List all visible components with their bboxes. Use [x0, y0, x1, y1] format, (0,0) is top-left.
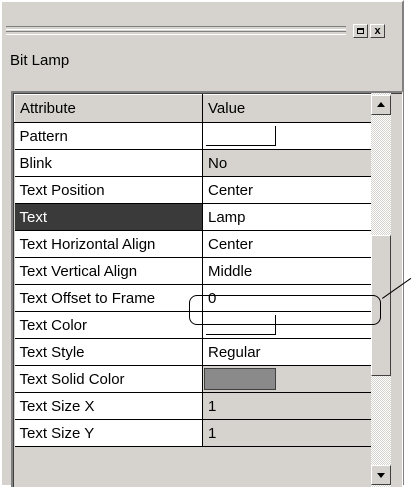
property-value[interactable]: 1	[202, 392, 382, 420]
property-table: Attribute Value Pattern Blink No Text Posit…	[14, 94, 382, 447]
restore-button[interactable]	[353, 24, 368, 38]
property-name[interactable]: Text Horizontal Align	[14, 230, 203, 258]
scroll-thumb[interactable]	[371, 235, 391, 376]
column-header-attribute[interactable]: Attribute	[14, 94, 203, 123]
property-value[interactable]: Center	[202, 230, 382, 258]
property-row[interactable]: Text Horizontal Align Center	[14, 230, 382, 258]
vertical-scrollbar[interactable]	[371, 93, 391, 487]
property-value[interactable]: 0	[202, 284, 382, 312]
property-value[interactable]: Center	[202, 176, 382, 204]
property-row[interactable]: Text Vertical Align Middle	[14, 257, 382, 285]
panel-title: Bit Lamp	[10, 52, 70, 69]
property-row[interactable]: Text Lamp	[14, 203, 382, 231]
property-value[interactable]	[202, 365, 382, 393]
color-swatch[interactable]	[206, 315, 276, 335]
scroll-up-arrow-icon	[377, 102, 385, 107]
property-row[interactable]: Text Position Center	[14, 176, 382, 204]
column-header-value[interactable]: Value	[202, 94, 382, 123]
property-row[interactable]: Text Style Regular	[14, 338, 382, 366]
property-value[interactable]: 1	[202, 419, 382, 447]
property-row[interactable]: Text Size X1	[14, 392, 382, 420]
property-name[interactable]: Text Solid Color	[14, 365, 203, 393]
color-swatch[interactable]	[204, 368, 276, 390]
scroll-down-button[interactable]	[371, 465, 391, 485]
property-panel: x Bit Lamp Attribute Value Pattern Blink N…	[0, 0, 412, 487]
property-row[interactable]: Text Solid Color	[14, 365, 382, 393]
close-button[interactable]: x	[370, 24, 385, 38]
property-value[interactable]: Middle	[202, 257, 382, 285]
scroll-up-button[interactable]	[371, 95, 391, 115]
property-row[interactable]: Blink No	[14, 149, 382, 177]
property-value[interactable]: No	[202, 149, 382, 177]
property-name[interactable]: Text Vertical Align	[14, 257, 203, 285]
property-name[interactable]: Text Offset to Frame	[14, 284, 203, 312]
restore-icon	[357, 28, 364, 34]
property-name[interactable]: Text Style	[14, 338, 203, 366]
property-row[interactable]: Text Offset to Frame 0	[14, 284, 382, 312]
title-bar-grip[interactable]	[6, 23, 346, 37]
property-name[interactable]: Blink	[14, 149, 203, 177]
property-name[interactable]: Text Size X	[14, 392, 203, 420]
property-name[interactable]: Text	[14, 203, 203, 231]
scroll-down-arrow-icon	[377, 473, 385, 478]
property-row[interactable]: Pattern	[14, 122, 382, 150]
property-row[interactable]: Text Color	[14, 311, 382, 339]
property-value[interactable]: Lamp	[202, 203, 382, 231]
property-name[interactable]: Text Color	[14, 311, 203, 339]
property-name[interactable]: Text Position	[14, 176, 203, 204]
property-name[interactable]: Pattern	[14, 122, 203, 150]
close-icon: x	[374, 25, 381, 37]
property-name[interactable]: Text Size Y	[14, 419, 203, 447]
property-value[interactable]: Regular	[202, 338, 382, 366]
property-value[interactable]	[202, 311, 382, 339]
color-swatch[interactable]	[206, 126, 276, 146]
property-value[interactable]	[202, 122, 382, 150]
header-row: Attribute Value	[14, 94, 382, 123]
property-row[interactable]: Text Size Y1	[14, 419, 382, 447]
property-grid: Attribute Value Pattern Blink No Text Posit…	[11, 91, 403, 487]
